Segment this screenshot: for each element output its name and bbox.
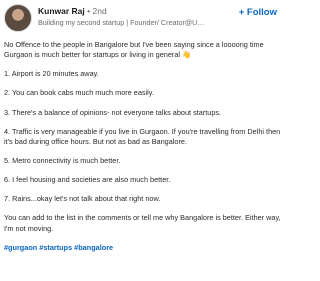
linkedin-post: Kunwar Raj • 2nd Building my second star… bbox=[0, 0, 289, 281]
hashtag-bangalore[interactable]: #bangalore bbox=[74, 243, 113, 252]
post-outro: You can add to the list in the comments … bbox=[4, 213, 281, 233]
post-header: Kunwar Raj • 2nd Building my second star… bbox=[4, 4, 285, 34]
post-point-7: 7. Rains...okay let's not talk about tha… bbox=[4, 194, 161, 204]
author-avatar[interactable] bbox=[4, 4, 32, 32]
author-name[interactable]: Kunwar Raj bbox=[38, 6, 85, 16]
connection-degree: 2nd bbox=[92, 6, 107, 16]
post-point-3: 3. There's a balance of opinions- not ev… bbox=[4, 107, 222, 117]
author-name-row: Kunwar Raj • 2nd bbox=[38, 6, 107, 17]
hashtag-startups[interactable]: #startups bbox=[39, 243, 72, 252]
follow-button[interactable]: + Follow bbox=[239, 7, 277, 18]
post-body: No Offence to the people in Bangalore bu… bbox=[4, 40, 287, 253]
name-separator: • bbox=[87, 6, 91, 16]
post-intro: No Offence to the people in Bangalore bu… bbox=[4, 40, 264, 60]
post-point-5: 5. Metro connectivity is much better. bbox=[4, 156, 121, 166]
post-point-6: 6. I feel housing and societies are also… bbox=[4, 175, 171, 185]
post-point-1: 1. Airport is 20 minutes away. bbox=[4, 69, 99, 79]
hashtag-gurgaon[interactable]: #gurgaon bbox=[4, 243, 37, 252]
author-headline: Building my second startup | Founder/ Cr… bbox=[38, 18, 208, 27]
post-point-4: 4. Traffic is very manageable if you liv… bbox=[4, 126, 281, 146]
hashtag-list: #gurgaon #startups #bangalore bbox=[4, 243, 287, 253]
post-point-2: 2. You can book cabs much much more easi… bbox=[4, 88, 154, 98]
